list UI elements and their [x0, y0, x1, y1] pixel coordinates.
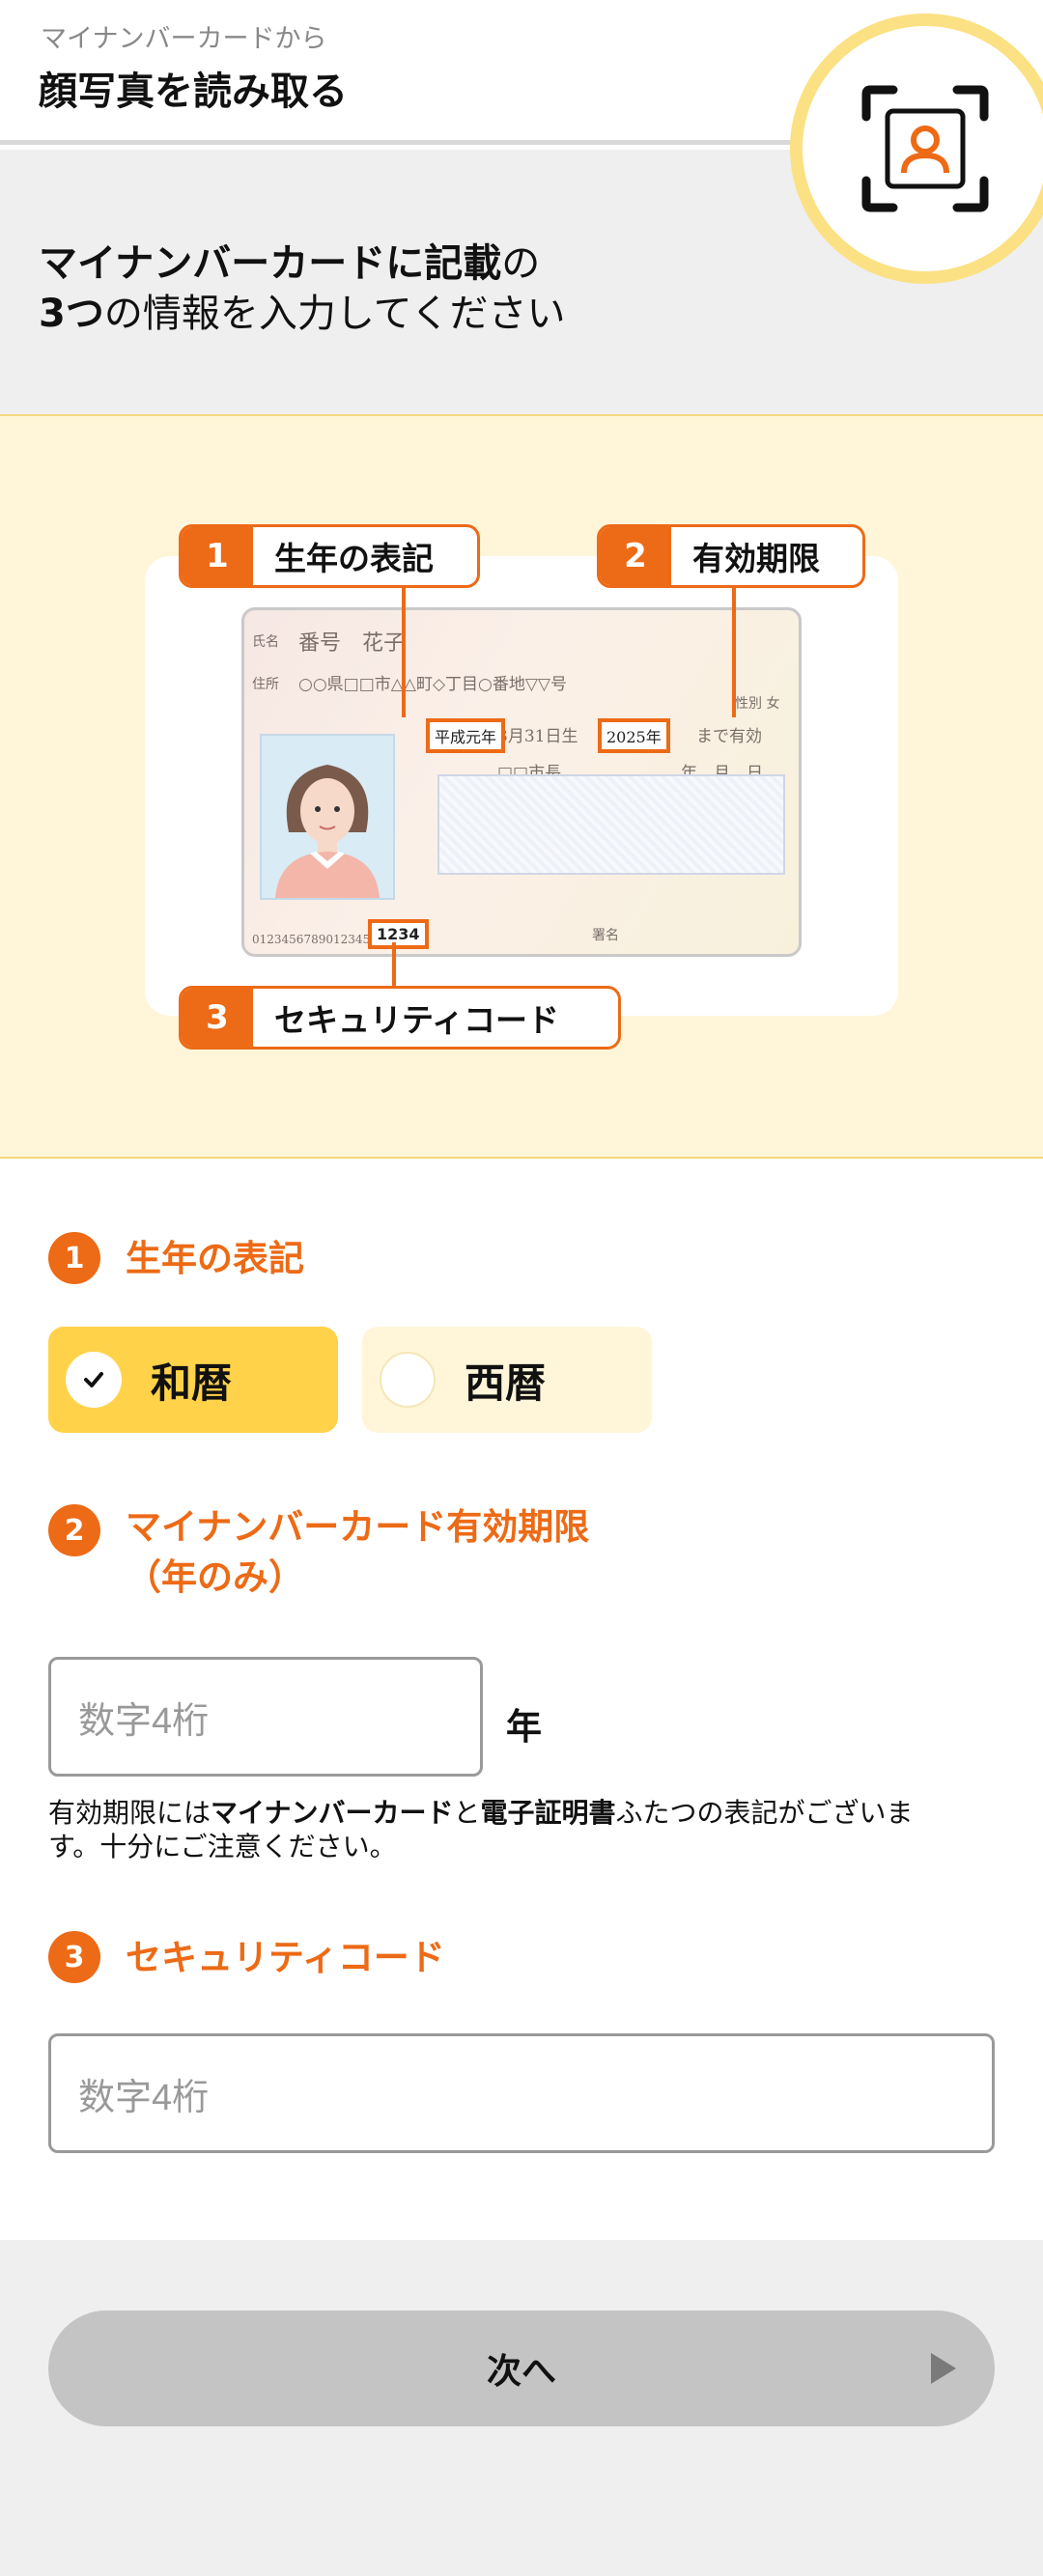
- card-expiry-highlight: 2025年: [598, 718, 670, 753]
- page-title: 顔写真を読み取る: [39, 70, 348, 114]
- face-scan-badge: [790, 14, 1043, 284]
- face-scan-icon: [861, 85, 989, 212]
- section-expiry-heading: 2 マイナンバーカード有効期限 （年のみ）: [48, 1502, 589, 1603]
- callout-security-code: 3 セキュリティコード: [179, 986, 621, 1050]
- leader-line-2: [732, 580, 736, 717]
- card-security-highlight: 1234: [368, 919, 429, 949]
- check-icon: [66, 1352, 122, 1408]
- intro-instruction: マイナンバーカードに記載の 3つの情報を入力してください: [39, 241, 566, 336]
- radio-wareki[interactable]: 和暦: [48, 1327, 338, 1433]
- expiry-caution-note: 有効期限にはマイナンバーカードと電子証明書ふたつの表記がございます。十分にご注意…: [48, 1797, 914, 1862]
- security-code-input[interactable]: 数字4桁: [48, 2033, 995, 2153]
- card-photo: [260, 734, 395, 900]
- section-birth-era-heading: 1 生年の表記: [48, 1232, 304, 1286]
- next-button[interactable]: 次へ: [48, 2310, 995, 2426]
- input-form: 1 生年の表記 和暦 西暦 2 マイナンバーカード有効期限 （年のみ） 数字4桁…: [0, 1159, 1043, 2240]
- mynumber-card-illustration: 氏名 番号 花子 住所 ○○県□□市△△町◇丁目○番地▽▽号 3月31日生 まで…: [0, 414, 1043, 1159]
- expiry-year-unit: 年: [506, 1706, 542, 1748]
- radio-seireki[interactable]: 西暦: [362, 1327, 652, 1433]
- card-chip-area: [437, 774, 785, 875]
- callout-birth-era: 1 生年の表記: [179, 524, 480, 588]
- callout-expiry: 2 有効期限: [597, 524, 865, 588]
- footer: 次へ: [0, 2240, 1043, 2576]
- play-arrow-icon: [931, 2353, 956, 2384]
- card-image: 氏名 番号 花子 住所 ○○県□□市△△町◇丁目○番地▽▽号 3月31日生 まで…: [241, 607, 802, 957]
- section-security-heading: 3 セキュリティコード: [48, 1931, 445, 1985]
- header-subtitle: マイナンバーカードから: [41, 24, 327, 54]
- card-birth-era-highlight: 平成元年: [426, 718, 506, 753]
- leader-line-1: [402, 580, 406, 717]
- expiry-year-input[interactable]: 数字4桁: [48, 1657, 483, 1777]
- radio-empty-icon: [380, 1352, 436, 1408]
